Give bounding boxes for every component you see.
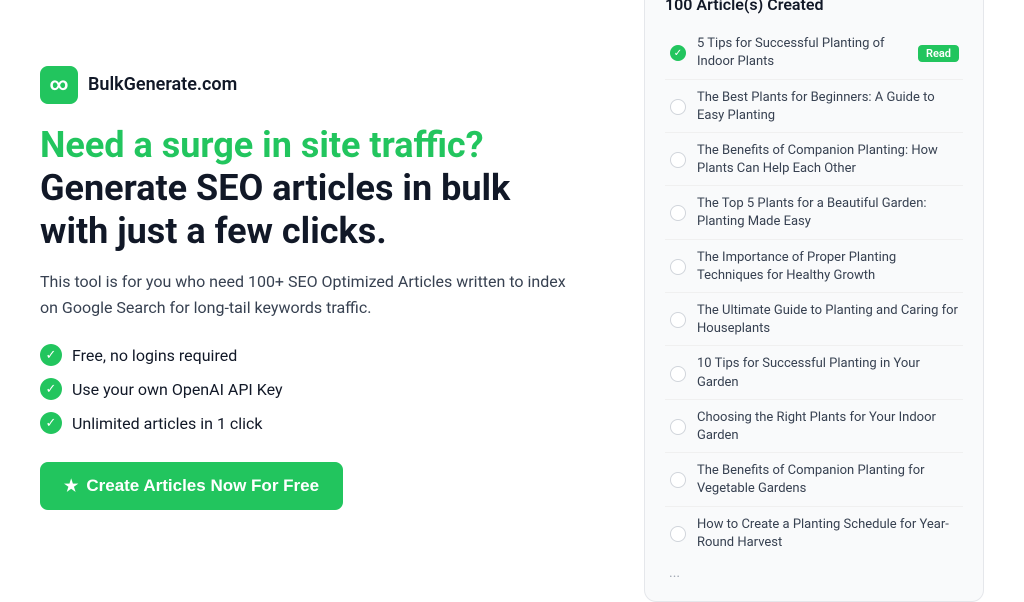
feature-item-2: ✓ Use your own OpenAI API Key: [40, 378, 584, 400]
feature-text-1: Free, no logins required: [72, 346, 237, 365]
article-item-4: The Top 5 Plants for a Beautiful Garden:…: [665, 188, 963, 239]
empty-circle-icon: [670, 259, 686, 275]
article-text-7: 10 Tips for Successful Planting in Your …: [697, 355, 959, 391]
check-icon-3: ✓: [40, 412, 62, 434]
brand-logo-icon: ∞: [40, 66, 78, 104]
empty-circle-icon: [670, 99, 686, 115]
article-status-icon-7: [669, 365, 687, 383]
article-status-icon-5: [669, 258, 687, 276]
card-title: 100 Article(s) Created: [665, 0, 963, 14]
article-item-10: How to Create a Planting Schedule for Ye…: [665, 509, 963, 559]
empty-circle-icon: [670, 526, 686, 542]
article-item-5: The Importance of Proper Planting Techni…: [665, 242, 963, 293]
article-status-icon-8: [669, 418, 687, 436]
article-text-5: The Importance of Proper Planting Techni…: [697, 249, 959, 285]
cta-label: Create Articles Now For Free: [86, 476, 319, 496]
empty-circle-icon: [670, 366, 686, 382]
empty-circle-icon: [670, 419, 686, 435]
article-text-10: How to Create a Planting Schedule for Ye…: [697, 516, 959, 552]
article-text-2: The Best Plants for Beginners: A Guide t…: [697, 89, 959, 125]
feature-text-2: Use your own OpenAI API Key: [72, 380, 283, 399]
articles-card: 100 Article(s) Created ✓ 5 Tips for Succ…: [644, 0, 984, 602]
more-indicator: ...: [665, 559, 963, 581]
article-status-icon-6: [669, 311, 687, 329]
article-text-4: The Top 5 Plants for a Beautiful Garden:…: [697, 195, 959, 231]
article-item-9: The Benefits of Companion Planting for V…: [665, 455, 963, 506]
article-status-icon-10: [669, 525, 687, 543]
article-item-8: Choosing the Right Plants for Your Indoo…: [665, 402, 963, 453]
brand-bar: ∞ BulkGenerate.com: [40, 66, 584, 104]
headline-black: Generate SEO articles in bulk with just …: [40, 167, 510, 252]
empty-circle-icon: [670, 312, 686, 328]
article-item-7: 10 Tips for Successful Planting in Your …: [665, 348, 963, 399]
read-badge-1[interactable]: Read: [918, 45, 959, 62]
check-icon-2: ✓: [40, 378, 62, 400]
star-icon: ★: [64, 476, 78, 496]
article-text-8: Choosing the Right Plants for Your Indoo…: [697, 409, 959, 445]
headline-green: Need a surge in site traffic?: [40, 124, 484, 166]
feature-item-3: ✓ Unlimited articles in 1 click: [40, 412, 584, 434]
article-item-1: ✓ 5 Tips for Successful Planting of Indo…: [665, 28, 963, 79]
article-status-icon-4: [669, 204, 687, 222]
left-column: ∞ BulkGenerate.com Need a surge in site …: [40, 66, 584, 511]
check-icon-1: ✓: [40, 344, 62, 366]
article-status-icon-2: [669, 98, 687, 116]
article-item-3: The Benefits of Companion Planting: How …: [665, 135, 963, 186]
article-text-6: The Ultimate Guide to Planting and Carin…: [697, 302, 959, 338]
feature-item-1: ✓ Free, no logins required: [40, 344, 584, 366]
features-list: ✓ Free, no logins required ✓ Use your ow…: [40, 344, 584, 434]
right-column: 100 Article(s) Created ✓ 5 Tips for Succ…: [644, 0, 984, 602]
brand-name: BulkGenerate.com: [88, 74, 237, 95]
article-status-icon-9: [669, 471, 687, 489]
page-headline: Need a surge in site traffic? Generate S…: [40, 124, 584, 254]
cta-button[interactable]: ★ Create Articles Now For Free: [40, 462, 343, 510]
article-status-icon-1: ✓: [669, 44, 687, 62]
empty-circle-icon: [670, 472, 686, 488]
feature-text-3: Unlimited articles in 1 click: [72, 414, 263, 433]
check-circle-icon: ✓: [670, 45, 686, 61]
article-status-icon-3: [669, 151, 687, 169]
empty-circle-icon: [670, 205, 686, 221]
subheadline: This tool is for you who need 100+ SEO O…: [40, 269, 584, 320]
article-item-2: The Best Plants for Beginners: A Guide t…: [665, 82, 963, 133]
article-item-6: The Ultimate Guide to Planting and Carin…: [665, 295, 963, 346]
empty-circle-icon: [670, 152, 686, 168]
article-text-9: The Benefits of Companion Planting for V…: [697, 462, 959, 498]
article-text-1: 5 Tips for Successful Planting of Indoor…: [697, 35, 912, 71]
article-list: ✓ 5 Tips for Successful Planting of Indo…: [665, 28, 963, 559]
article-text-3: The Benefits of Companion Planting: How …: [697, 142, 959, 178]
